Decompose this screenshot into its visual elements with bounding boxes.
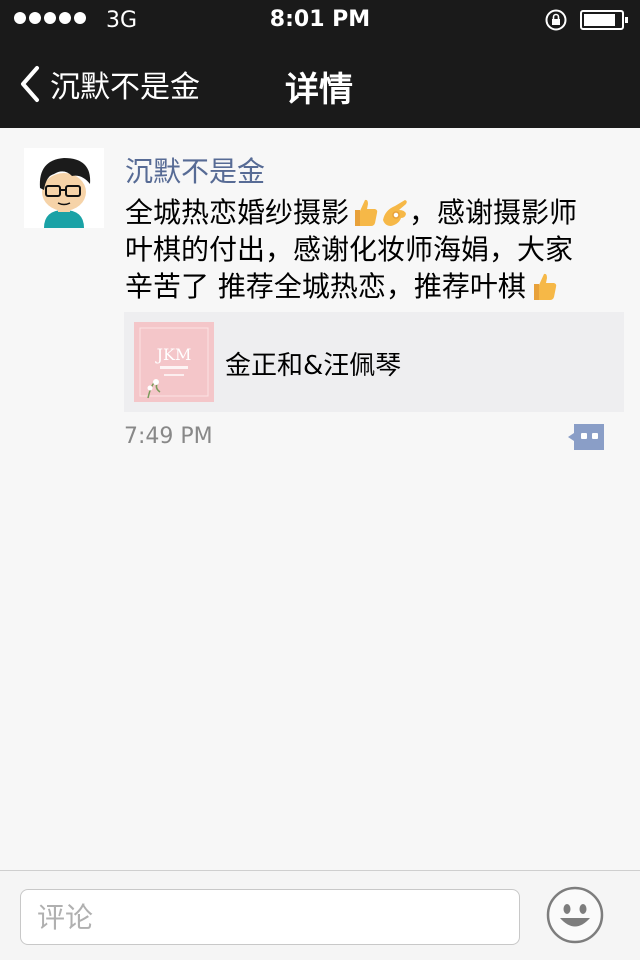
post-text-segment: ，感谢摄影师 xyxy=(409,196,578,229)
link-title: 金正和&汪佩琴 xyxy=(225,351,402,381)
thumbnail-logo-text: JKM xyxy=(155,345,192,364)
page-title: 详情 xyxy=(285,70,353,110)
battery-icon xyxy=(580,10,628,30)
emoji-button[interactable] xyxy=(545,885,605,945)
back-button[interactable]: 沉默不是金 xyxy=(18,62,200,106)
post-text-segment: 全城热恋婚纱摄影 xyxy=(125,196,350,229)
thumbs-up-emoji-icon xyxy=(355,199,378,226)
comment-bar xyxy=(0,870,640,960)
chevron-left-icon xyxy=(21,66,39,102)
post-author-name[interactable]: 沉默不是金 xyxy=(125,150,265,190)
ok-hand-emoji-icon xyxy=(383,200,407,226)
post-text-line: 叶棋的付出，感谢化妆师海娟，大家 xyxy=(125,233,574,266)
thumbs-up-emoji-icon xyxy=(533,273,557,300)
cartoon-avatar-icon xyxy=(24,148,104,228)
post-text-line: 辛苦了 推荐全城热恋，推荐叶棋 xyxy=(125,268,625,305)
back-button-label: 沉默不是金 xyxy=(50,70,200,105)
comment-menu-icon[interactable] xyxy=(566,422,606,452)
wedding-thumbnail-image: JKM xyxy=(134,322,214,402)
post-text: 全城热恋婚纱摄影 ，感谢摄影师 叶棋的付出，感谢化妆师海娟，大家 辛苦了 推荐全… xyxy=(125,194,625,305)
shared-link-card[interactable]: JKM 金正和&汪佩琴 xyxy=(124,312,624,412)
post-text-segment: 辛苦了 推荐全城热恋，推荐叶棋 xyxy=(125,270,526,303)
post-text-line: 全城热恋婚纱摄影 ，感谢摄影师 xyxy=(125,194,625,231)
avatar[interactable] xyxy=(24,148,104,228)
post-timestamp: 7:49 PM xyxy=(124,424,213,449)
rotation-lock-icon xyxy=(545,9,567,31)
link-thumbnail: JKM xyxy=(134,322,214,402)
status-bar: 3G 8:01 PM xyxy=(0,0,640,40)
navigation-bar: 沉默不是金 详情 xyxy=(0,40,640,128)
comment-input[interactable] xyxy=(20,889,520,945)
